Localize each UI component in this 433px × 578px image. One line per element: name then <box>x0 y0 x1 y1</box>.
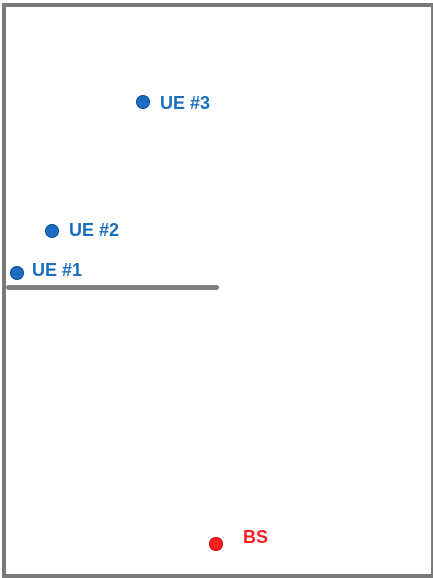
interior-wall <box>6 285 219 290</box>
bs-marker <box>209 537 223 551</box>
ue-1-marker <box>10 266 24 280</box>
ue-2-label: UE #2 <box>69 220 120 240</box>
ue-2-marker <box>45 224 59 238</box>
ue-3-label: UE #3 <box>160 93 211 113</box>
bs-label: BS <box>243 527 269 547</box>
room-outline <box>2 3 433 578</box>
ue-3-marker <box>136 95 150 109</box>
ue-1-label: UE #1 <box>32 260 83 280</box>
